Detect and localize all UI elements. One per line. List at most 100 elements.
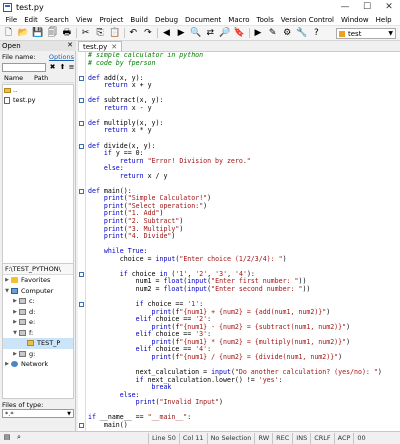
menu-file[interactable]: File bbox=[2, 16, 21, 24]
fold-marker-icon[interactable] bbox=[79, 143, 84, 149]
tree-item-label: f: bbox=[29, 328, 34, 337]
search-results-icon[interactable]: ⌕ bbox=[14, 433, 24, 443]
code-token: "4. Divide" bbox=[127, 232, 172, 241]
back-icon[interactable]: ◀ bbox=[161, 28, 172, 39]
fold-marker-icon[interactable] bbox=[79, 98, 84, 104]
column-path[interactable]: Path bbox=[34, 74, 48, 82]
open-icon[interactable]: 📂 bbox=[17, 28, 28, 39]
tree-item-label: Favorites bbox=[21, 276, 51, 285]
menu-version-control[interactable]: Version Control bbox=[277, 16, 337, 24]
files-of-type-select[interactable]: *.* ▼ bbox=[2, 409, 74, 418]
fold-marker-icon[interactable] bbox=[79, 271, 84, 277]
save-icon[interactable]: 💾 bbox=[32, 28, 43, 39]
menu-icon[interactable]: ≡ bbox=[67, 63, 76, 72]
tree-toggle-icon[interactable]: ▶ bbox=[12, 351, 18, 357]
tree-item[interactable]: ▶ c: bbox=[3, 296, 73, 307]
tree-toggle-icon[interactable]: ▶ bbox=[4, 361, 10, 367]
maximize-button[interactable]: ☐ bbox=[356, 0, 378, 14]
drive-icon bbox=[19, 298, 26, 305]
code-token: ) bbox=[179, 224, 184, 233]
menu-macro[interactable]: Macro bbox=[225, 16, 253, 24]
run-icon[interactable]: ▶ bbox=[253, 28, 264, 39]
menu-help[interactable]: Help bbox=[372, 16, 395, 24]
close-icon[interactable]: ✕ bbox=[111, 43, 117, 51]
editor-tab[interactable]: test.py ✕ bbox=[78, 41, 123, 51]
tree-item[interactable]: ▶ d: bbox=[3, 307, 73, 318]
cut-icon[interactable]: ✂ bbox=[80, 28, 91, 39]
save-all-icon[interactable]: 🗐 bbox=[47, 28, 58, 39]
fold-marker-icon[interactable] bbox=[79, 120, 84, 126]
close-button[interactable]: ✕ bbox=[378, 0, 400, 14]
toolbar: 🗋 📂 💾 🗐 🖶 ✂ ⎘ 📋 ↶ ↷ ◀ ▶ 🔍 ⇄ 🔎 🔖 ▶ ✎ ⚙ 🔧? test ▼ bbox=[0, 26, 400, 41]
settings-icon[interactable]: ⚙ bbox=[282, 28, 293, 39]
tree-item[interactable]: ▼ Computer bbox=[3, 286, 73, 297]
file-list-header: Name Path bbox=[2, 74, 74, 83]
tree-toggle-icon[interactable]: ▶ bbox=[12, 298, 18, 304]
fold-marker-icon[interactable] bbox=[79, 302, 84, 308]
new-file-icon[interactable]: 🗋 bbox=[3, 28, 14, 39]
file-browser-panel: Open ✕ File name: Options ✖ ⬆ ≡ Name Pat… bbox=[0, 41, 76, 431]
menu-document[interactable]: Document bbox=[182, 16, 225, 24]
find-icon[interactable]: 🔍 bbox=[190, 28, 201, 39]
print-icon[interactable]: 🖶 bbox=[61, 28, 72, 39]
code-line: return x / y bbox=[88, 172, 400, 181]
code-token: return bbox=[103, 103, 132, 112]
undo-icon[interactable]: ↶ bbox=[128, 28, 139, 39]
output-icon[interactable]: ▤ bbox=[2, 433, 12, 443]
minimize-button[interactable]: — bbox=[334, 0, 356, 14]
redo-icon[interactable]: ↷ bbox=[142, 28, 153, 39]
list-item[interactable]: test.py bbox=[3, 95, 73, 105]
menu-tools[interactable]: Tools bbox=[253, 16, 277, 24]
tree-toggle-icon[interactable]: ▼ bbox=[4, 288, 10, 294]
menu-edit[interactable]: Edit bbox=[21, 16, 42, 24]
tree-toggle-icon[interactable]: ▼ bbox=[12, 330, 18, 336]
status-eol: CRLF bbox=[310, 432, 333, 444]
drive-icon bbox=[19, 308, 26, 315]
tree-toggle-icon[interactable]: ▶ bbox=[12, 309, 18, 315]
delete-icon[interactable]: ✖ bbox=[48, 63, 57, 72]
menu-debug[interactable]: Debug bbox=[152, 16, 182, 24]
list-item[interactable]: .. bbox=[3, 85, 73, 95]
fold-marker-icon[interactable] bbox=[79, 188, 84, 194]
code-token: choice = bbox=[88, 254, 156, 263]
find-in-files-icon[interactable]: 🔎 bbox=[219, 28, 230, 39]
menu-project[interactable]: Project bbox=[96, 16, 127, 24]
bookmark-icon[interactable]: 🔖 bbox=[234, 28, 245, 39]
tree-item[interactable]: ▶ Network bbox=[3, 359, 73, 370]
tree-item[interactable]: ▶ e: bbox=[3, 317, 73, 328]
tree-toggle-icon[interactable]: ▶ bbox=[4, 277, 10, 283]
status-encoding: ACP bbox=[333, 432, 354, 444]
code-editor[interactable]: # simple calculator in python # code by f… bbox=[78, 51, 400, 431]
paste-icon[interactable]: 📋 bbox=[109, 28, 120, 39]
menu-build[interactable]: Build bbox=[127, 16, 152, 24]
replace-icon[interactable]: ⇄ bbox=[205, 28, 216, 39]
tree-item[interactable]: TEST_P bbox=[3, 338, 73, 349]
code-area[interactable]: # simple calculator in python # code by f… bbox=[88, 52, 400, 429]
options-link[interactable]: Options bbox=[49, 53, 74, 61]
status-line: Line 50 bbox=[148, 432, 179, 444]
tree-item[interactable]: ▶ Favorites bbox=[3, 275, 73, 286]
panel-tab-open[interactable]: Open ✕ bbox=[0, 41, 76, 51]
fold-marker-icon[interactable] bbox=[79, 422, 84, 428]
menu-view[interactable]: View bbox=[72, 16, 96, 24]
code-token: ) bbox=[219, 398, 224, 407]
project-combo[interactable]: test ▼ bbox=[336, 28, 396, 39]
copy-icon[interactable]: ⎘ bbox=[95, 28, 106, 39]
column-name[interactable]: Name bbox=[4, 74, 23, 82]
forward-icon[interactable]: ▶ bbox=[176, 28, 187, 39]
code-token: num2 = bbox=[88, 284, 164, 293]
close-icon[interactable]: ✕ bbox=[67, 41, 73, 49]
toggle-comment-icon[interactable]: ✎ bbox=[267, 28, 278, 39]
tools-icon[interactable]: 🔧 bbox=[296, 28, 307, 39]
tree-toggle-icon[interactable]: ▶ bbox=[12, 319, 18, 325]
file-name-input[interactable] bbox=[2, 63, 46, 72]
menu-window[interactable]: Window bbox=[338, 16, 373, 24]
help-icon[interactable]: ? bbox=[311, 28, 322, 39]
tree-item-label: c: bbox=[29, 297, 35, 306]
tree-item[interactable]: ▶ g: bbox=[3, 349, 73, 360]
fold-marker-icon[interactable] bbox=[79, 75, 84, 81]
menu-search[interactable]: Search bbox=[41, 16, 72, 24]
tree-item[interactable]: ▼ f: bbox=[3, 328, 73, 339]
folder-up-icon[interactable]: ⬆ bbox=[58, 63, 67, 72]
